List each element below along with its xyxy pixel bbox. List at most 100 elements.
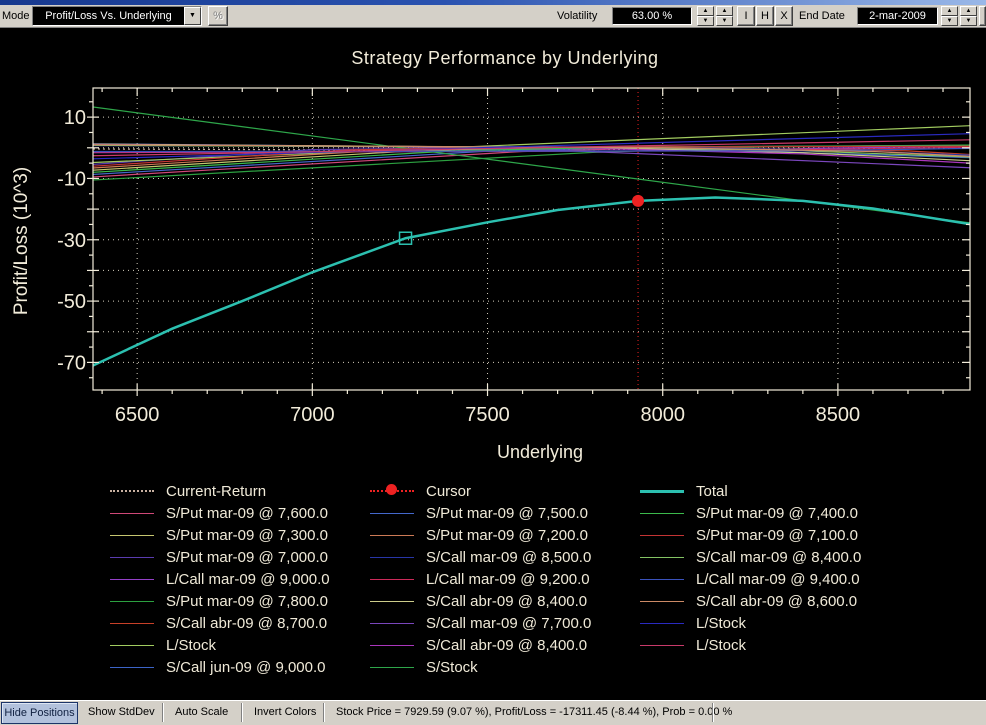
legend-item: S/Call mar-09 @ 7,700.0 [370, 612, 591, 634]
legend-label: S/Call abr-09 @ 8,400.0 [426, 637, 587, 654]
legend-item: S/Call abr-09 @ 8,600.0 [640, 590, 861, 612]
bottom-status-bar: Hide Positions Show StdDev Auto Scale In… [0, 700, 986, 725]
chart-title: Strategy Performance by Underlying [200, 48, 810, 69]
legend-label: S/Call jun-09 @ 9,000.0 [166, 659, 326, 676]
legend-swatch [110, 601, 154, 602]
legend-label: S/Call abr-09 @ 8,600.0 [696, 593, 857, 610]
auto-scale-button[interactable]: Auto Scale [175, 706, 228, 718]
legend-swatch [640, 601, 684, 602]
strategy-analysis-window: Mode Profit/Loss Vs. Underlying ▼ % Vola… [0, 0, 986, 725]
legend-swatch [110, 579, 154, 580]
legend-label: L/Call mar-09 @ 9,000.0 [166, 571, 330, 588]
legend-line-icon [640, 645, 684, 646]
legend-item: S/Call mar-09 @ 8,500.0 [370, 546, 591, 568]
legend-label: S/Put mar-09 @ 7,600.0 [166, 505, 328, 522]
legend-item: S/Put mar-09 @ 7,600.0 [110, 502, 330, 524]
legend-line-icon [640, 579, 684, 580]
legend-item: S/Put mar-09 @ 7,300.0 [110, 524, 330, 546]
legend-swatch [110, 535, 154, 536]
legend-label: S/Put mar-09 @ 7,000.0 [166, 549, 328, 566]
legend-swatch [370, 601, 414, 602]
legend-line-icon [110, 645, 154, 646]
legend-item: S/Call abr-09 @ 8,400.0 [370, 590, 591, 612]
legend-item: S/Put mar-09 @ 7,200.0 [370, 524, 591, 546]
legend-item: S/Call abr-09 @ 8,400.0 [370, 634, 591, 656]
legend-label: L/Call mar-09 @ 9,200.0 [426, 571, 590, 588]
x-tick-label: 8000 [640, 404, 685, 426]
y-tick-label: 10 [64, 107, 86, 129]
legend-line-icon [110, 535, 154, 536]
legend-swatch [110, 645, 154, 646]
series-line [93, 126, 970, 163]
series-line [93, 197, 970, 365]
legend-line-icon [640, 601, 684, 602]
legend-swatch [370, 557, 414, 558]
legend-swatch [640, 557, 684, 558]
legend-line-icon [640, 557, 684, 558]
legend-swatch [370, 645, 414, 646]
legend-line-icon [370, 579, 414, 580]
legend-column: Cursor S/Put mar-09 @ 7,500.0 S/Put mar-09… [370, 480, 591, 678]
legend-label: S/Put mar-09 @ 7,300.0 [166, 527, 328, 544]
x-tick-label: 7500 [465, 404, 510, 426]
legend-swatch [640, 645, 684, 646]
legend-line-icon [370, 601, 414, 602]
invert-colors-button[interactable]: Invert Colors [254, 706, 316, 718]
y-tick-label: -30 [57, 230, 86, 252]
legend-label: S/Put mar-09 @ 7,100.0 [696, 527, 858, 544]
legend-item: S/Put mar-09 @ 7,500.0 [370, 502, 591, 524]
legend-label: S/Put mar-09 @ 7,400.0 [696, 505, 858, 522]
legend-item: L/Call mar-09 @ 9,000.0 [110, 568, 330, 590]
legend-line-icon [370, 535, 414, 536]
legend-column: Current-Return S/Put mar-09 @ 7,600.0 S/Pu… [110, 480, 330, 678]
legend-item: S/Put mar-09 @ 7,800.0 [110, 590, 330, 612]
legend-swatch [110, 623, 154, 624]
separator [323, 703, 325, 722]
legend-item: Cursor [370, 480, 591, 502]
legend-item: L/Stock [640, 634, 861, 656]
show-stddev-button[interactable]: Show StdDev [88, 706, 155, 718]
x-tick-label: 6500 [115, 404, 160, 426]
plot-frame [93, 88, 970, 390]
legend-item: Total [640, 480, 861, 502]
legend-swatch [640, 579, 684, 580]
legend-item: S/Put mar-09 @ 7,400.0 [640, 502, 861, 524]
legend-line-icon [370, 623, 414, 624]
legend-swatch [640, 535, 684, 536]
legend-item: S/Call mar-09 @ 8,400.0 [640, 546, 861, 568]
status-readout: Stock Price = 7929.59 (9.07 %), Profit/L… [336, 706, 732, 718]
legend-label: S/Put mar-09 @ 7,500.0 [426, 505, 588, 522]
legend-swatch [370, 535, 414, 536]
legend-label: Total [696, 483, 728, 500]
y-tick-label: -70 [57, 352, 86, 374]
legend-label: L/Stock [696, 637, 746, 654]
y-tick-label: -50 [57, 291, 86, 313]
separator [241, 703, 243, 722]
legend-item: S/Call abr-09 @ 8,700.0 [110, 612, 330, 634]
legend-item: L/Stock [640, 612, 861, 634]
legend-line-icon [640, 490, 684, 493]
legend-item: L/Call mar-09 @ 9,200.0 [370, 568, 591, 590]
legend-label: S/Put mar-09 @ 7,200.0 [426, 527, 588, 544]
legend-swatch [110, 490, 154, 492]
x-axis-label: Underlying [340, 442, 740, 463]
y-axis-label: Profit/Loss (10^3) [11, 146, 33, 336]
legend-item: S/Put mar-09 @ 7,100.0 [640, 524, 861, 546]
legend-label: Current-Return [166, 483, 266, 500]
legend-line-icon [370, 645, 414, 646]
legend-line-icon [640, 623, 684, 624]
cursor-dot-icon [386, 484, 397, 495]
legend-swatch [370, 490, 414, 492]
legend-item: L/Call mar-09 @ 9,400.0 [640, 568, 861, 590]
legend-line-icon [110, 667, 154, 668]
legend-swatch [370, 667, 414, 668]
legend-line-icon [110, 513, 154, 514]
legend-swatch [640, 513, 684, 514]
legend-label: S/Stock [426, 659, 478, 676]
legend-label: S/Call mar-09 @ 8,500.0 [426, 549, 591, 566]
hide-positions-button[interactable]: Hide Positions [1, 702, 78, 724]
legend-line-icon [370, 557, 414, 558]
cursor-dot[interactable] [632, 195, 644, 207]
legend-swatch [370, 513, 414, 514]
legend-column: Total S/Put mar-09 @ 7,400.0 S/Put mar-09 … [640, 480, 861, 656]
